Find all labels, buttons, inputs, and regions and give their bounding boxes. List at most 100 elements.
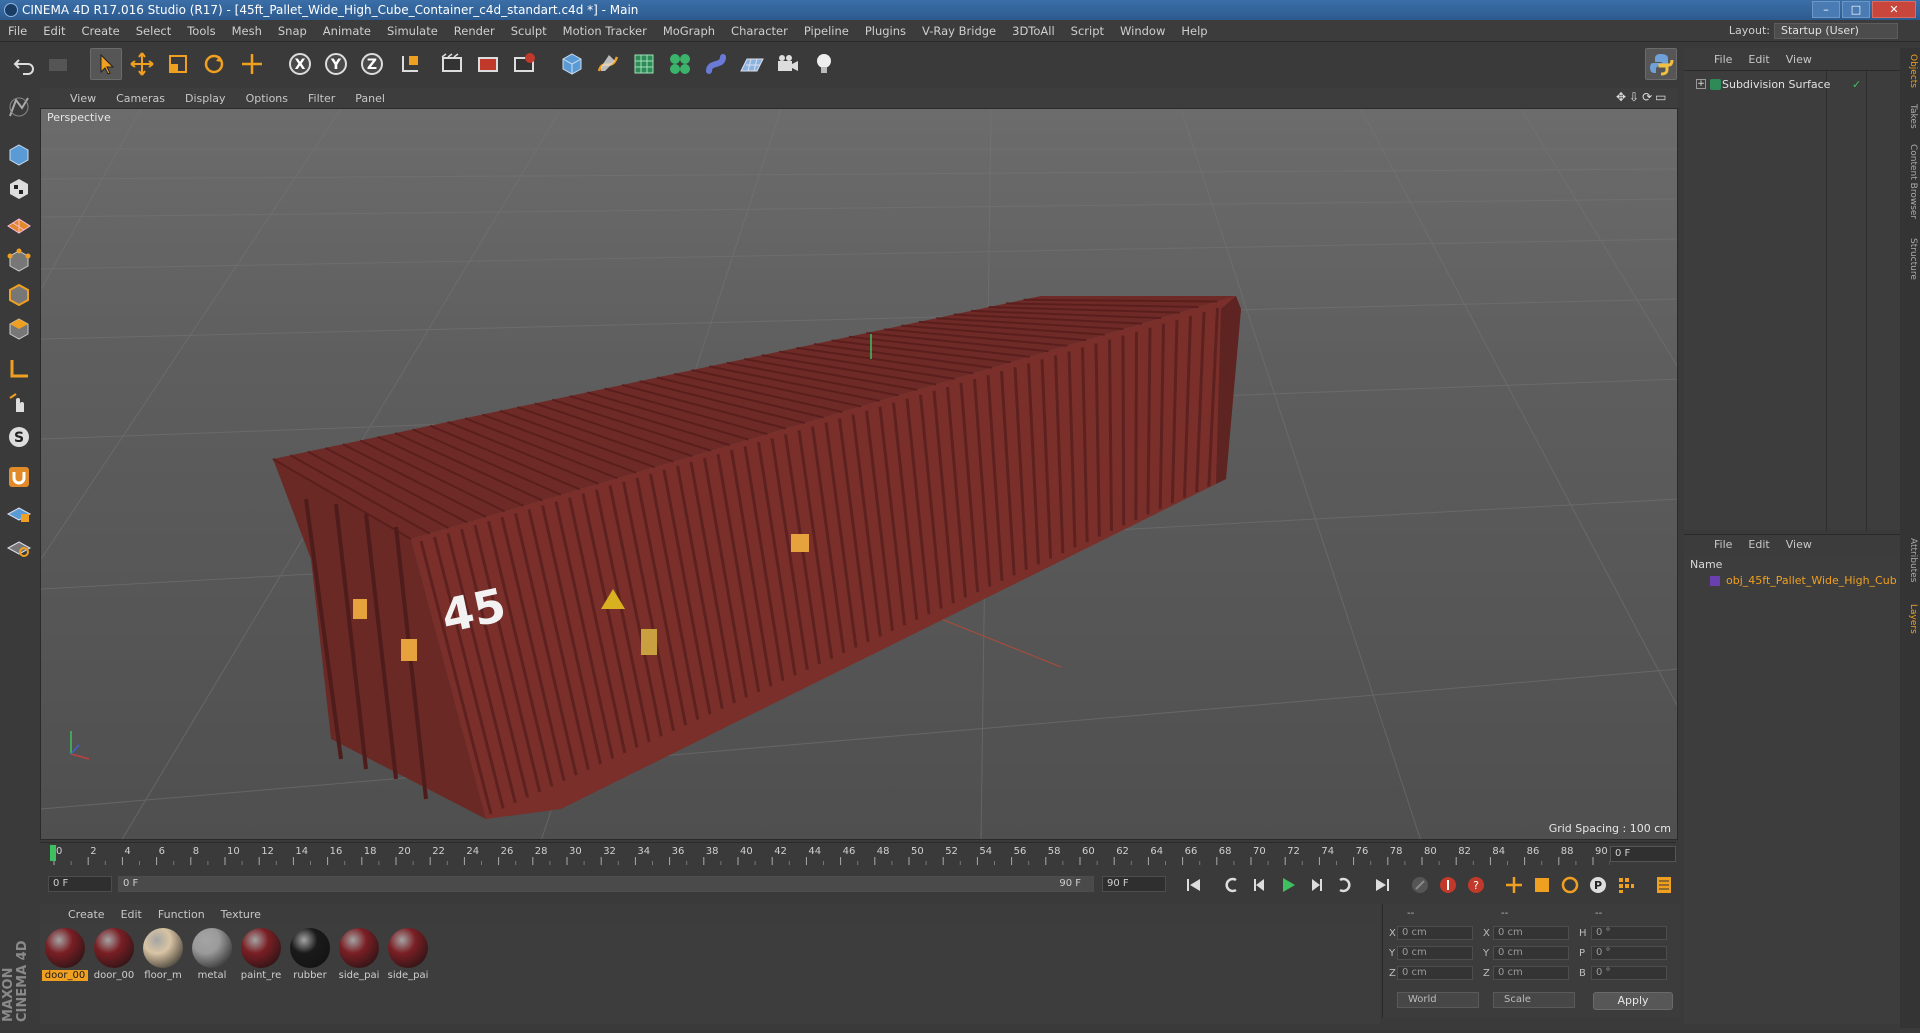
pen-spline-icon[interactable]	[592, 48, 624, 80]
floor-icon[interactable]	[736, 48, 768, 80]
next-key-icon[interactable]	[1332, 873, 1356, 897]
points-mode-icon[interactable]	[4, 246, 34, 276]
material-swatch[interactable]: side_pai	[336, 928, 382, 981]
scale-icon[interactable]	[162, 48, 194, 80]
material-menu-edit[interactable]: Edit	[113, 908, 150, 921]
undo-icon[interactable]	[8, 48, 40, 80]
render-view-icon[interactable]	[436, 48, 468, 80]
start-frame-field[interactable]: 0 F	[48, 876, 112, 892]
viewport-menu-filter[interactable]: Filter	[298, 92, 345, 105]
timeline-window-icon[interactable]	[1652, 873, 1676, 897]
goto-end-icon[interactable]	[1370, 873, 1394, 897]
menu-render[interactable]: Render	[446, 20, 503, 42]
material-swatch[interactable]: rubber	[287, 928, 333, 981]
material-menu-function[interactable]: Function	[150, 908, 213, 921]
coordinate-system-icon[interactable]	[394, 48, 426, 80]
menu-mesh[interactable]: Mesh	[224, 20, 270, 42]
menu-simulate[interactable]: Simulate	[379, 20, 446, 42]
timeline-ruler[interactable]: 0 2 4 6 8 10 12 14 16 18 20 22 24 26 28 30 32 34 36 38 40 42 4…	[40, 842, 1676, 865]
workplane-mode-icon[interactable]	[4, 208, 34, 238]
render-picture-viewer-icon[interactable]	[472, 48, 504, 80]
polygons-mode-icon[interactable]	[4, 314, 34, 344]
light-icon[interactable]	[808, 48, 840, 80]
axis-mode-icon[interactable]	[4, 354, 34, 384]
menu-plugins[interactable]: Plugins	[857, 20, 914, 42]
menu-edit[interactable]: Edit	[35, 20, 73, 42]
grid-snap-icon[interactable]	[4, 532, 34, 562]
menu-pipeline[interactable]: Pipeline	[796, 20, 857, 42]
menu-motion-tracker[interactable]: Motion Tracker	[555, 20, 655, 42]
record-keys-icon[interactable]	[1408, 873, 1432, 897]
layer-object-row[interactable]: obj_45ft_Pallet_Wide_High_Cube_	[1696, 574, 1896, 587]
subdivision-surface-icon[interactable]	[628, 48, 660, 80]
name-column-header[interactable]: Name	[1690, 558, 1722, 571]
menu-file[interactable]: File	[0, 20, 35, 42]
perspective-viewport[interactable]: 45 Perspective Grid Spacing : 100 cm	[40, 108, 1678, 840]
tab-takes[interactable]: Takes	[1902, 104, 1918, 129]
viewport-nav-icons[interactable]: ✥⇩⟳▭	[1616, 90, 1670, 104]
menu-window[interactable]: Window	[1112, 20, 1173, 42]
previous-frame-icon[interactable]	[1248, 873, 1272, 897]
menu-help[interactable]: Help	[1173, 20, 1215, 42]
size-x-field[interactable]: 0 cm	[1493, 926, 1569, 940]
end-frame-field[interactable]: 90 F	[1102, 876, 1166, 892]
lm-menu-view[interactable]: View	[1778, 538, 1820, 551]
menu-animate[interactable]: Animate	[315, 20, 379, 42]
rotation-p-field[interactable]: 0 °	[1591, 946, 1667, 960]
x-axis-icon[interactable]: X	[284, 48, 316, 80]
menu-mograph[interactable]: MoGraph	[655, 20, 723, 42]
y-axis-icon[interactable]: Y	[320, 48, 352, 80]
material-menu-texture[interactable]: Texture	[213, 908, 269, 921]
menu-character[interactable]: Character	[723, 20, 796, 42]
viewport-menu-display[interactable]: Display	[175, 92, 236, 105]
om-menu-view[interactable]: View	[1778, 53, 1820, 66]
tweak-mode-icon[interactable]	[4, 388, 34, 418]
material-swatch[interactable]: door_00	[91, 928, 137, 981]
size-z-field[interactable]: 0 cm	[1493, 966, 1569, 980]
autokey-icon[interactable]: ?	[1464, 873, 1488, 897]
apply-button[interactable]: Apply	[1593, 992, 1673, 1010]
lm-menu-file[interactable]: File	[1706, 538, 1740, 551]
maximize-button[interactable]: □	[1842, 1, 1870, 18]
magnet-icon[interactable]	[4, 462, 34, 492]
snap-icon[interactable]: S	[4, 422, 34, 452]
texture-mode-icon[interactable]	[4, 174, 34, 204]
rotate-icon[interactable]	[198, 48, 230, 80]
material-swatch[interactable]: door_00	[42, 928, 88, 981]
menu-3dtoall[interactable]: 3DToAll	[1004, 20, 1063, 42]
viewport-menu-panel[interactable]: Panel	[345, 92, 395, 105]
z-axis-icon[interactable]: Z	[356, 48, 388, 80]
tab-layers[interactable]: Layers	[1902, 604, 1918, 634]
viewport-menu-view[interactable]: View	[60, 92, 106, 105]
material-swatch[interactable]: paint_re	[238, 928, 284, 981]
key-scale-icon[interactable]	[1530, 873, 1554, 897]
play-icon[interactable]	[1276, 873, 1300, 897]
position-x-field[interactable]: 0 cm	[1397, 926, 1473, 940]
timeline-playhead[interactable]	[50, 845, 56, 861]
tab-objects[interactable]: Objects	[1902, 54, 1918, 88]
previous-key-icon[interactable]	[1220, 873, 1244, 897]
key-pla-icon[interactable]	[1614, 873, 1638, 897]
key-position-icon[interactable]	[1502, 873, 1526, 897]
move-icon[interactable]	[126, 48, 158, 80]
python-icon[interactable]	[1645, 48, 1677, 80]
position-y-field[interactable]: 0 cm	[1397, 946, 1473, 960]
current-frame-field[interactable]: 0 F	[1610, 846, 1676, 862]
key-parameter-icon[interactable]: P	[1586, 873, 1610, 897]
material-swatch[interactable]: floor_m	[140, 928, 186, 981]
camera-icon[interactable]	[772, 48, 804, 80]
expand-toggle-icon[interactable]: +	[1696, 79, 1706, 89]
rotation-b-field[interactable]: 0 °	[1591, 966, 1667, 980]
material-swatch[interactable]: side_pai	[385, 928, 431, 981]
menu-create[interactable]: Create	[74, 20, 128, 42]
menu-script[interactable]: Script	[1063, 20, 1112, 42]
grid-lock-icon[interactable]	[4, 498, 34, 528]
material-swatch[interactable]: metal	[189, 928, 235, 981]
preview-range-slider[interactable]: 0 F 90 F	[118, 876, 1094, 892]
tab-structure[interactable]: Structure	[1902, 238, 1918, 280]
coordinate-mode-select[interactable]: World	[1397, 992, 1479, 1008]
viewport-menu-cameras[interactable]: Cameras	[106, 92, 175, 105]
lm-menu-edit[interactable]: Edit	[1740, 538, 1777, 551]
menu-select[interactable]: Select	[128, 20, 179, 42]
render-settings-icon[interactable]	[508, 48, 540, 80]
